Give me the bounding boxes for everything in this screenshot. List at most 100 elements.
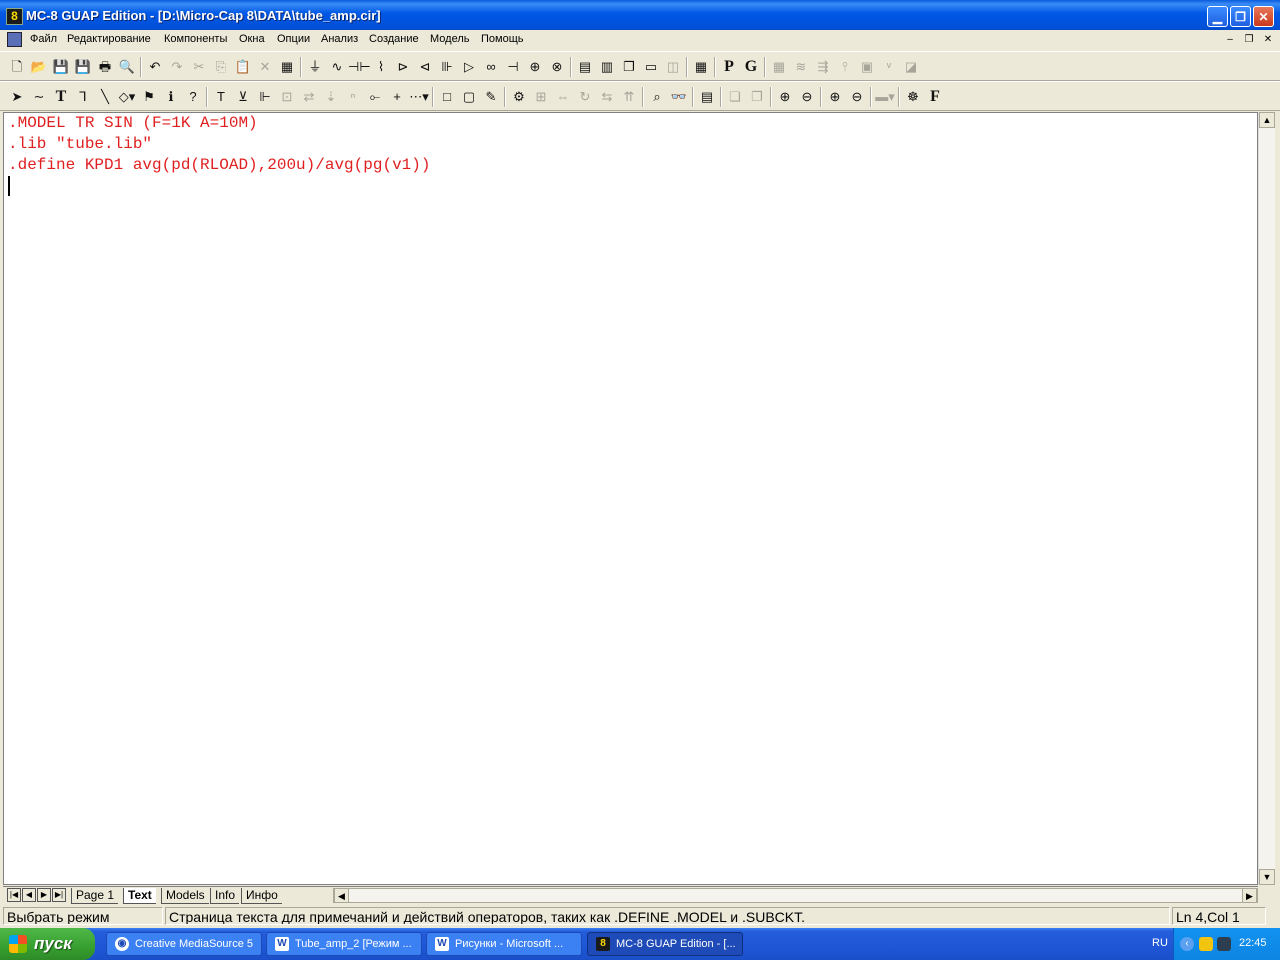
scroll-right-button[interactable]: ▶ — [1242, 888, 1257, 903]
capacitor-icon[interactable]: ⊣⊢ — [348, 56, 371, 78]
text-icon[interactable]: T — [50, 86, 72, 108]
pin-icon[interactable]: ⫯ — [834, 56, 856, 78]
diagonal-wire-icon[interactable]: ╲ — [94, 86, 116, 108]
close-button[interactable]: ✕ — [1253, 6, 1274, 27]
language-indicator[interactable]: RU — [1152, 937, 1168, 949]
node-numbers-icon[interactable]: ⊡ — [276, 86, 298, 108]
zoom-in-icon[interactable]: ⊕ — [824, 86, 846, 108]
menu-model[interactable]: Модель — [430, 33, 469, 45]
waveform-icon[interactable]: ≋ — [790, 56, 812, 78]
remove-page-icon[interactable]: ⊖ — [796, 86, 818, 108]
text-mode-icon[interactable]: T — [210, 86, 232, 108]
menu-windows[interactable]: Окна — [239, 33, 265, 45]
task-mc8[interactable]: 8 MC-8 GUAP Edition - [... — [587, 932, 743, 956]
calculator-icon[interactable]: ▦ — [690, 56, 712, 78]
maximize-button[interactable]: ❐ — [1230, 6, 1251, 27]
network-icon[interactable] — [1217, 937, 1231, 951]
cut-icon[interactable]: ✂ — [188, 56, 210, 78]
tab-page-1[interactable]: Page 1 — [71, 888, 119, 904]
tab-models[interactable]: Models — [161, 888, 209, 904]
value-icon[interactable]: ᵛ — [878, 56, 900, 78]
redo-icon[interactable]: ↷ — [166, 56, 188, 78]
color-icon[interactable]: ▬▾ — [874, 86, 896, 108]
opamp-icon[interactable]: ▷ — [458, 56, 480, 78]
inductor-icon[interactable]: ∞ — [480, 56, 502, 78]
mdi-restore-button[interactable]: ❐ — [1242, 33, 1256, 47]
frame-icon[interactable]: ▣ — [856, 56, 878, 78]
rotate-icon[interactable]: ↻ — [574, 86, 596, 108]
menu-options[interactable]: Опции — [277, 33, 310, 45]
title-bar[interactable]: 8 MC-8 GUAP Edition - [D:\Micro-Cap 8\DA… — [0, 0, 1280, 33]
task-risunki-doc[interactable]: W Рисунки - Microsoft ... — [426, 932, 582, 956]
lock-icon[interactable] — [1199, 937, 1213, 951]
expand-tray-icon[interactable]: ‹ — [1180, 937, 1194, 951]
print-icon[interactable]: 🖶 — [94, 56, 116, 78]
tile-vertical-icon[interactable]: ▥ — [596, 56, 618, 78]
menu-analysis[interactable]: Анализ — [321, 33, 358, 45]
tile-horizontal-icon[interactable]: ▤ — [574, 56, 596, 78]
add-page-icon[interactable]: ⊕ — [774, 86, 796, 108]
start-button[interactable]: пуск — [0, 928, 95, 960]
split-icon[interactable]: ◫ — [662, 56, 684, 78]
source-icon[interactable]: ∿ — [326, 56, 348, 78]
menu-create[interactable]: Создание — [369, 33, 419, 45]
document-icon[interactable] — [7, 32, 22, 47]
print-preview-icon[interactable]: 🔍 — [116, 56, 138, 78]
scroll-left-button[interactable]: ◀ — [334, 888, 349, 903]
title-block-icon[interactable]: ▢ — [458, 86, 480, 108]
paint-icon[interactable]: ✎ — [480, 86, 502, 108]
on-off-icon[interactable]: ⁿ — [342, 86, 364, 108]
mirror-icon[interactable]: ⇔ — [552, 86, 574, 108]
open-icon[interactable]: 📂 — [28, 56, 50, 78]
rectangle-icon[interactable]: □ — [436, 86, 458, 108]
prev-page-button[interactable]: ◀ — [22, 888, 36, 902]
undo-icon[interactable]: ↶ — [144, 56, 166, 78]
properties-icon[interactable]: ⚙ — [508, 86, 530, 108]
select-all-icon[interactable]: ▦ — [276, 56, 298, 78]
resistor-icon[interactable]: ⌇ — [370, 56, 392, 78]
voltage-icon[interactable]: ⇣ — [320, 86, 342, 108]
current-icon[interactable]: ⇄ — [298, 86, 320, 108]
pin-names-icon[interactable]: ⊩ — [254, 86, 276, 108]
stepping-icon[interactable]: ⇶ — [812, 56, 834, 78]
battery-icon[interactable]: ⊣ — [502, 56, 524, 78]
bring-front-icon[interactable]: ❏ — [724, 86, 746, 108]
copy-icon[interactable]: ⎘ — [210, 56, 232, 78]
delete-icon[interactable]: ✕ — [254, 56, 276, 78]
zoom-out-icon[interactable]: ⊖ — [846, 86, 868, 108]
app-icon[interactable]: 8 — [6, 8, 23, 25]
tab-text[interactable]: Text — [123, 888, 156, 904]
scroll-up-button[interactable]: ▲ — [1259, 112, 1275, 128]
node-icon[interactable]: ⊕ — [524, 56, 546, 78]
horizontal-scrollbar[interactable]: ◀ ▶ — [333, 888, 1258, 903]
step-icon[interactable]: ⇈ — [618, 86, 640, 108]
shapes-icon[interactable]: ◇▾ — [116, 86, 138, 108]
window-icon[interactable]: ▭ — [640, 56, 662, 78]
save-all-icon[interactable]: 💾 — [72, 56, 94, 78]
new-icon[interactable]: 🗋 — [6, 56, 28, 78]
flip-icon[interactable]: ⇆ — [596, 86, 618, 108]
help-icon[interactable]: ? — [182, 86, 204, 108]
dot-grid-icon[interactable]: ⋯▾ — [408, 86, 430, 108]
last-page-button[interactable]: ▶| — [52, 888, 66, 902]
save-icon[interactable]: 💾 — [50, 56, 72, 78]
binoculars-icon[interactable]: 👓 — [668, 86, 690, 108]
task-tube-amp-doc[interactable]: W Tube_amp_2 [Режим ... — [266, 932, 422, 956]
probe-p-icon[interactable]: P — [718, 56, 740, 78]
flag-icon[interactable]: ⚑ — [138, 86, 160, 108]
font-icon[interactable]: F — [924, 86, 946, 108]
select-arrow-icon[interactable]: ➤ — [6, 86, 28, 108]
line-icon[interactable]: ⟜ — [364, 86, 386, 108]
cascade-icon[interactable]: ❐ — [618, 56, 640, 78]
tab-info-ru[interactable]: Инфо — [241, 888, 282, 904]
grid-icon[interactable]: ▦ — [768, 56, 790, 78]
component-icon[interactable]: ☸ — [902, 86, 924, 108]
task-creative-mediasource[interactable]: ◉ Creative MediaSource 5 — [106, 932, 262, 956]
vertical-scrollbar[interactable]: ▲ ▼ — [1258, 112, 1275, 885]
next-page-button[interactable]: ▶ — [37, 888, 51, 902]
info-icon[interactable]: ℹ — [160, 86, 182, 108]
presentation-icon[interactable]: ▤ — [696, 86, 718, 108]
box-icon[interactable]: ⊞ — [530, 86, 552, 108]
send-back-icon[interactable]: ❐ — [746, 86, 768, 108]
attribute-icon[interactable]: ⊻ — [232, 86, 254, 108]
